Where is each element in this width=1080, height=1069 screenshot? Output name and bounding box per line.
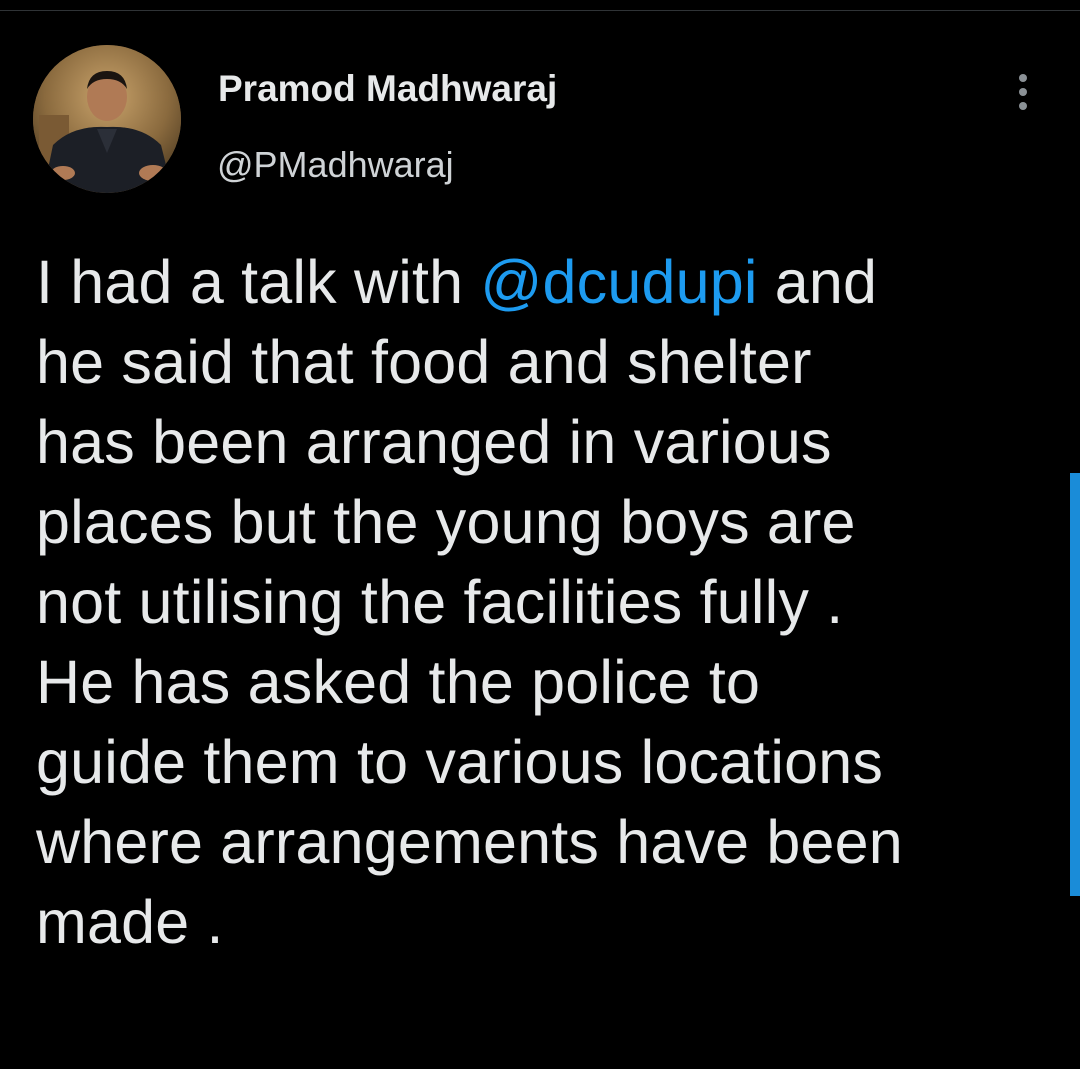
top-divider	[0, 10, 1080, 11]
tweet-text-segment: and	[757, 248, 878, 316]
mention-link[interactable]: @dcudupi	[480, 248, 757, 316]
display-name[interactable]: Pramod Madhwaraj	[218, 68, 557, 110]
tweet-line: where arrangements have been	[36, 808, 903, 876]
tweet-text-segment: I had a talk with	[36, 248, 481, 316]
tweet-line: guide them to various locations	[36, 728, 884, 796]
tweet-line: not utilising the facilities fully .	[36, 568, 844, 636]
more-options-button[interactable]	[1006, 68, 1040, 116]
scrollbar[interactable]	[1070, 473, 1080, 896]
tweet-text: I had a talk with @dcudupi and he said t…	[36, 242, 1056, 962]
tweet-line: He has asked the police to	[36, 648, 761, 716]
tweet-line: places but the young boys are	[36, 488, 856, 556]
tweet-line: I had a talk with @dcudupi and	[36, 242, 1056, 322]
tweet-line: has been arranged in various	[36, 408, 832, 476]
tweet-line: made .	[36, 888, 224, 956]
avatar-photo-icon	[33, 45, 181, 193]
avatar[interactable]	[33, 45, 181, 193]
user-handle[interactable]: @PMadhwaraj	[217, 144, 454, 186]
tweet-line: he said that food and shelter	[36, 328, 812, 396]
